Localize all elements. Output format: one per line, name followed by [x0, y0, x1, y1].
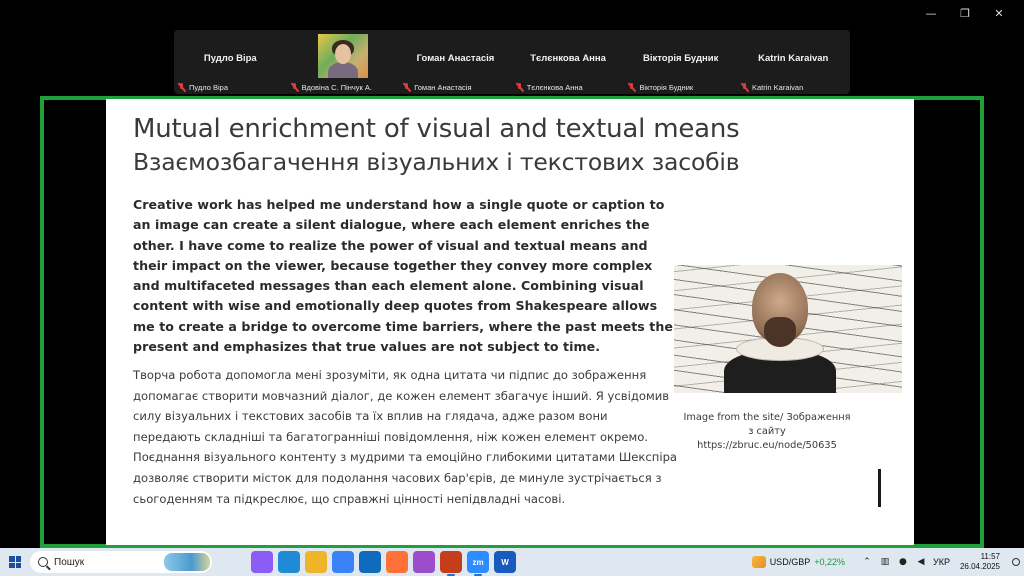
- zoom-icon: zm: [472, 557, 484, 567]
- firefox-taskbar-button[interactable]: [386, 551, 408, 573]
- market-widget[interactable]: USD/GBP +0,22%: [751, 556, 845, 568]
- mic-muted-icon: [740, 83, 749, 92]
- system-tray: USD/GBP +0,22% ⌃ ▥ ● ◀ УКР 11:57 26.04.2…: [751, 548, 1024, 576]
- ticker-symbol: USD/GBP: [769, 557, 811, 567]
- close-button[interactable]: ✕: [982, 4, 1016, 22]
- participant-tile[interactable]: Пудло Віра Пудло Віра: [174, 30, 287, 94]
- zoom-taskbar-button[interactable]: zm: [467, 551, 489, 576]
- mic-muted-icon: [627, 83, 636, 92]
- clock-time: 11:57: [980, 552, 1000, 561]
- store-taskbar-button[interactable]: [332, 551, 354, 573]
- shared-slide: Mutual enrichment of visual and textual …: [106, 99, 914, 545]
- window-controls: — ❐ ✕: [914, 4, 1016, 22]
- image-caption: Image from the site/ Зображення з сайту …: [676, 411, 858, 453]
- slide-paragraph-ukrainian: Творча робота допомогла мені зрозуміти, …: [133, 368, 678, 506]
- participant-name: Пудло Віра: [203, 52, 257, 64]
- participant-label-text: Пудло Віра: [189, 83, 228, 92]
- taskbar: Пошук zm W USD/GBP +0,22% ⌃ ▥ ● ◀ УКР 11:…: [0, 548, 1024, 576]
- copilot-taskbar-button[interactable]: [251, 551, 273, 573]
- participant-label-text: Гоман Анастасія: [414, 83, 472, 92]
- network-icon[interactable]: ▥: [879, 556, 891, 568]
- currency-icon: [751, 556, 766, 568]
- participant-label: Katrin Karaivan: [740, 83, 803, 92]
- word-icon: W: [501, 557, 509, 567]
- powerpoint-taskbar-button[interactable]: [440, 551, 462, 576]
- file-explorer-taskbar-button[interactable]: [305, 551, 327, 573]
- participant-tile[interactable]: Вікторія Будник Вікторія Будник: [624, 30, 737, 94]
- participant-label: Вдовіна С. Пінчук А.: [290, 83, 372, 92]
- caption-url: https://zbruc.eu/node/50635: [697, 440, 837, 451]
- slide-subtitle: Взаємозбагачення візуальних і текстових …: [133, 148, 740, 176]
- participant-tile[interactable]: Тєлєнкова Анна Тєлєнкова Анна: [512, 30, 625, 94]
- participant-name: Тєлєнкова Анна: [530, 52, 606, 64]
- participant-tile[interactable]: Вдовіна С. Пінчук А.: [287, 30, 400, 94]
- clock[interactable]: 11:57 26.04.2025: [960, 552, 1000, 572]
- word-taskbar-button[interactable]: W: [494, 551, 516, 573]
- search-icon: [38, 557, 48, 567]
- language-indicator[interactable]: УКР: [933, 557, 950, 567]
- task-view-taskbar-button[interactable]: [224, 551, 246, 573]
- mic-muted-icon: [290, 83, 299, 92]
- text-cursor: [878, 469, 881, 507]
- participant-label-text: Katrin Karaivan: [751, 83, 804, 92]
- maps-taskbar-button[interactable]: [413, 551, 435, 573]
- participant-tile[interactable]: Katrin Karaivan Katrin Karaivan: [737, 30, 850, 94]
- participant-label-text: Тєлєнкова Анна: [526, 83, 583, 92]
- participant-name: Гоман Анастасія: [416, 52, 495, 64]
- mic-muted-icon: [402, 83, 411, 92]
- microphone-icon[interactable]: ●: [897, 556, 909, 568]
- clock-date: 26.04.2025: [959, 562, 1000, 571]
- participant-name: Вікторія Будник: [643, 52, 719, 64]
- start-button[interactable]: [0, 548, 30, 576]
- volume-icon[interactable]: ◀: [915, 556, 927, 568]
- taskbar-apps: zm W: [224, 551, 516, 576]
- participant-label-text: Вдовіна С. Пінчук А.: [301, 83, 372, 92]
- outlook-taskbar-button[interactable]: [359, 551, 381, 573]
- windows-logo-icon: [9, 556, 21, 568]
- mic-muted-icon: [177, 83, 186, 92]
- participant-label-text: Вікторія Будник: [639, 83, 694, 92]
- participant-video: [317, 34, 368, 78]
- edge-taskbar-button[interactable]: [278, 551, 300, 573]
- participant-strip: Пудло Віра Пудло Віра Вдовіна С. Пінчук …: [174, 30, 850, 94]
- participant-label: Тєлєнкова Анна: [515, 83, 583, 92]
- taskbar-search[interactable]: Пошук: [30, 551, 212, 573]
- participant-name: Katrin Karaivan: [758, 52, 829, 64]
- chevron-up-icon[interactable]: ⌃: [861, 556, 873, 568]
- slide-title: Mutual enrichment of visual and textual …: [133, 114, 740, 144]
- participant-label: Пудло Віра: [177, 83, 228, 92]
- mic-muted-icon: [515, 83, 524, 92]
- caption-line: з сайту: [748, 426, 786, 437]
- minimize-button[interactable]: —: [914, 4, 948, 22]
- participant-label: Гоман Анастасія: [402, 83, 472, 92]
- search-placeholder: Пошук: [54, 556, 85, 568]
- search-highlight-image: [164, 553, 210, 571]
- slide-paragraph-english: Creative work has helped me understand h…: [133, 197, 673, 355]
- caption-line: Image from the site/ Зображення: [683, 412, 851, 423]
- ticker-change: +0,22%: [814, 557, 845, 567]
- participant-label: Вікторія Будник: [627, 83, 693, 92]
- shakespeare-portrait-image: [674, 265, 902, 393]
- notifications-icon[interactable]: [1012, 558, 1020, 566]
- restore-button[interactable]: ❐: [948, 4, 982, 22]
- participant-tile[interactable]: Гоман Анастасія Гоман Анастасія: [399, 30, 512, 94]
